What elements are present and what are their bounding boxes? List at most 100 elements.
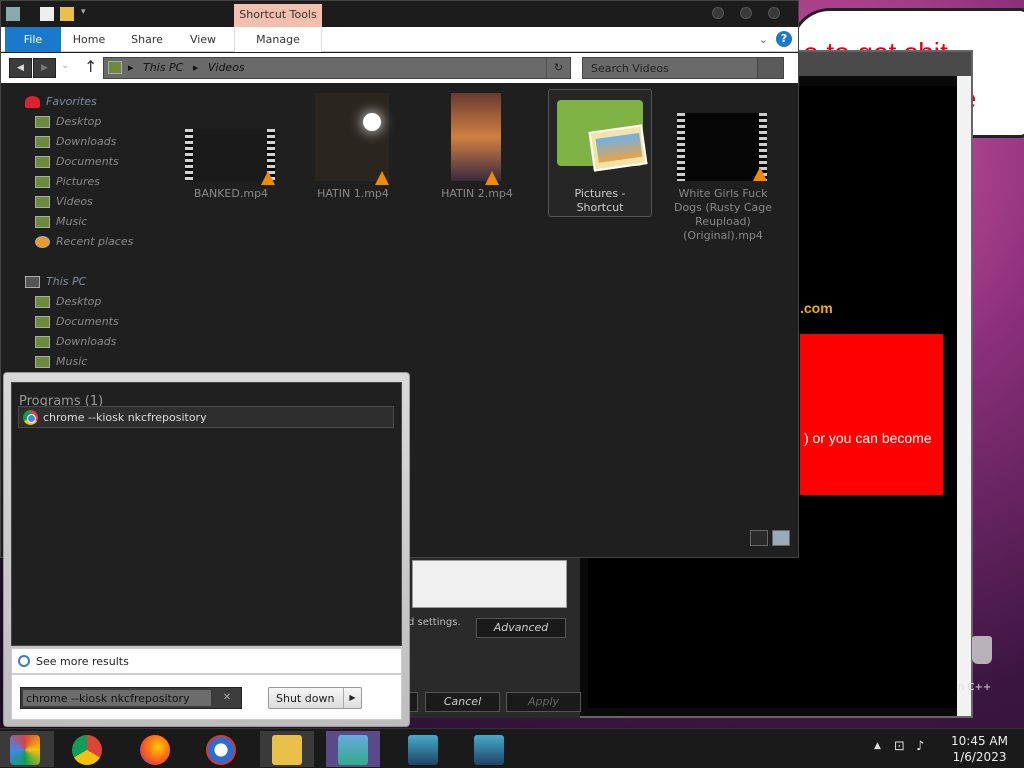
details-view-icon[interactable] bbox=[750, 530, 768, 546]
breadcrumb-separator-icon: ▸ bbox=[192, 61, 199, 74]
tab-share[interactable]: Share bbox=[125, 27, 169, 52]
taskbar-firefox[interactable] bbox=[128, 731, 182, 767]
desktop-icon bbox=[35, 296, 50, 308]
vlc-icon bbox=[261, 171, 275, 185]
start-orb-icon bbox=[10, 735, 40, 765]
cancel-button[interactable]: Cancel bbox=[425, 692, 500, 712]
recent-places-icon bbox=[35, 236, 50, 248]
customize-toolbar-icon[interactable]: ▾ bbox=[81, 7, 95, 21]
new-folder-icon[interactable] bbox=[60, 7, 74, 21]
address-bar[interactable]: ▸ This PC ▸ Videos ↻ bbox=[103, 57, 571, 79]
thumbnail-light bbox=[363, 113, 381, 131]
music-icon bbox=[35, 356, 50, 368]
navigation-bar: ◀ ▶ ⌄ ↑ ▸ This PC ▸ Videos ↻ Search Vide… bbox=[1, 53, 798, 83]
forward-button[interactable]: ▶ bbox=[33, 58, 56, 78]
video-thumbnail bbox=[315, 93, 389, 181]
nav-item-label: Downloads bbox=[56, 335, 117, 348]
maximize-icon[interactable] bbox=[740, 7, 752, 19]
taskbar-installer-1[interactable] bbox=[396, 731, 450, 767]
ribbon-tabs: File Home Share View Manage ⌄ ? bbox=[1, 27, 798, 52]
file-item[interactable]: HATIN 1.mp4 bbox=[303, 93, 403, 203]
installer-icon bbox=[408, 735, 438, 765]
tab-home[interactable]: Home bbox=[67, 27, 111, 52]
recent-locations-chevron-icon[interactable]: ⌄ bbox=[61, 60, 69, 71]
search-icon[interactable] bbox=[757, 58, 783, 78]
file-item[interactable]: HATIN 2.mp4 bbox=[427, 93, 527, 203]
help-icon[interactable]: ? bbox=[776, 31, 792, 47]
start-button[interactable] bbox=[0, 731, 54, 767]
program-result-item[interactable]: chrome --kiosk nkcfrepository bbox=[18, 406, 394, 428]
start-menu-footer: ✕ Shut down ▶ bbox=[11, 674, 402, 720]
firefox-icon bbox=[140, 735, 170, 765]
nav-item-label: Documents bbox=[56, 315, 119, 328]
nav-item-label: Documents bbox=[56, 155, 119, 168]
file-item[interactable]: White Girls Fuck Dogs (Rusty Cage Reuplo… bbox=[673, 109, 773, 249]
vlc-icon bbox=[753, 167, 767, 181]
shutdown-button[interactable]: Shut down ▶ bbox=[268, 687, 362, 709]
dialog-white-panel bbox=[412, 560, 567, 608]
shutdown-label: Shut down bbox=[276, 692, 335, 705]
breadcrumb-this-pc[interactable]: This PC bbox=[143, 61, 183, 74]
documents-icon bbox=[35, 156, 50, 168]
documents-icon bbox=[35, 316, 50, 328]
taskbar-chrome[interactable] bbox=[60, 731, 114, 767]
file-name: White Girls Fuck Dogs (Rusty Cage Reuplo… bbox=[673, 187, 773, 242]
file-item-selected[interactable]: Pictures - Shortcut bbox=[548, 89, 652, 217]
refresh-icon[interactable]: ↻ bbox=[546, 58, 570, 78]
breadcrumb-videos[interactable]: Videos bbox=[208, 61, 245, 74]
network-icon[interactable]: ⊡ bbox=[894, 739, 905, 754]
search-box[interactable]: Search Videos bbox=[582, 57, 784, 79]
tab-manage[interactable]: Manage bbox=[234, 27, 322, 52]
app-icon bbox=[206, 735, 236, 765]
taskbar-installer-2[interactable] bbox=[462, 731, 516, 767]
taskbar-app[interactable] bbox=[194, 731, 248, 767]
downloads-icon bbox=[35, 336, 50, 348]
background-window-scrollbar[interactable] bbox=[957, 76, 971, 716]
taskbar-network-app[interactable] bbox=[326, 731, 380, 767]
show-hidden-icons-icon[interactable]: ▲ bbox=[874, 741, 881, 751]
apply-button[interactable]: Apply bbox=[506, 692, 581, 712]
explorer-titlebar[interactable]: ▾ Shortcut Tools bbox=[1, 1, 798, 28]
file-name: HATIN 2.mp4 bbox=[441, 187, 513, 200]
music-icon bbox=[35, 216, 50, 228]
file-name: HATIN 1.mp4 bbox=[317, 187, 389, 200]
file-name: Pictures - Shortcut bbox=[574, 187, 626, 214]
start-search-input[interactable] bbox=[23, 690, 211, 706]
vlc-icon bbox=[375, 171, 389, 185]
explorer-app-icon[interactable] bbox=[6, 7, 20, 21]
advanced-button[interactable]: Advanced bbox=[476, 618, 566, 638]
taskbar: ▲ ⊡ ♪ 10:45 AM 1/6/2023 bbox=[0, 728, 1024, 768]
heart-icon bbox=[25, 96, 40, 108]
clear-search-icon[interactable]: ✕ bbox=[215, 690, 239, 706]
back-button[interactable]: ◀ bbox=[9, 58, 32, 78]
nav-item-label: Desktop bbox=[56, 295, 102, 308]
shortcut-tools-header: Shortcut Tools bbox=[234, 4, 322, 28]
shutdown-options-arrow-icon[interactable]: ▶ bbox=[343, 688, 361, 708]
taskbar-file-explorer[interactable] bbox=[260, 731, 314, 767]
search-placeholder[interactable]: Search Videos bbox=[591, 62, 669, 75]
system-clock[interactable]: 10:45 AM 1/6/2023 bbox=[951, 733, 1008, 765]
see-more-results-link[interactable]: See more results bbox=[11, 648, 402, 674]
tab-view[interactable]: View bbox=[183, 27, 223, 52]
close-icon[interactable] bbox=[768, 7, 780, 19]
clock-date: 1/6/2023 bbox=[952, 750, 1007, 764]
picture-preview bbox=[595, 132, 643, 163]
large-icons-view-icon[interactable] bbox=[772, 530, 790, 546]
recycle-bin-icon[interactable] bbox=[972, 636, 992, 664]
file-item[interactable]: BANKED.mp4 bbox=[181, 123, 281, 203]
videos-icon bbox=[35, 196, 50, 208]
minimize-icon[interactable] bbox=[712, 7, 724, 19]
nav-item-label: Music bbox=[56, 355, 88, 368]
tab-file[interactable]: File bbox=[5, 27, 61, 52]
breadcrumb-separator-icon: ▸ bbox=[128, 61, 134, 74]
pictures-icon bbox=[35, 176, 50, 188]
volume-icon[interactable]: ♪ bbox=[916, 739, 924, 754]
start-search-box[interactable]: ✕ bbox=[20, 687, 242, 709]
vlc-icon bbox=[485, 171, 499, 185]
see-more-label: See more results bbox=[36, 655, 129, 668]
clock-time: 10:45 AM bbox=[951, 734, 1008, 748]
up-arrow-icon[interactable]: ↑ bbox=[84, 57, 97, 76]
ribbon-expand-chevron-icon[interactable]: ⌄ bbox=[759, 33, 768, 46]
search-icon bbox=[18, 655, 30, 667]
properties-icon[interactable] bbox=[40, 7, 54, 21]
